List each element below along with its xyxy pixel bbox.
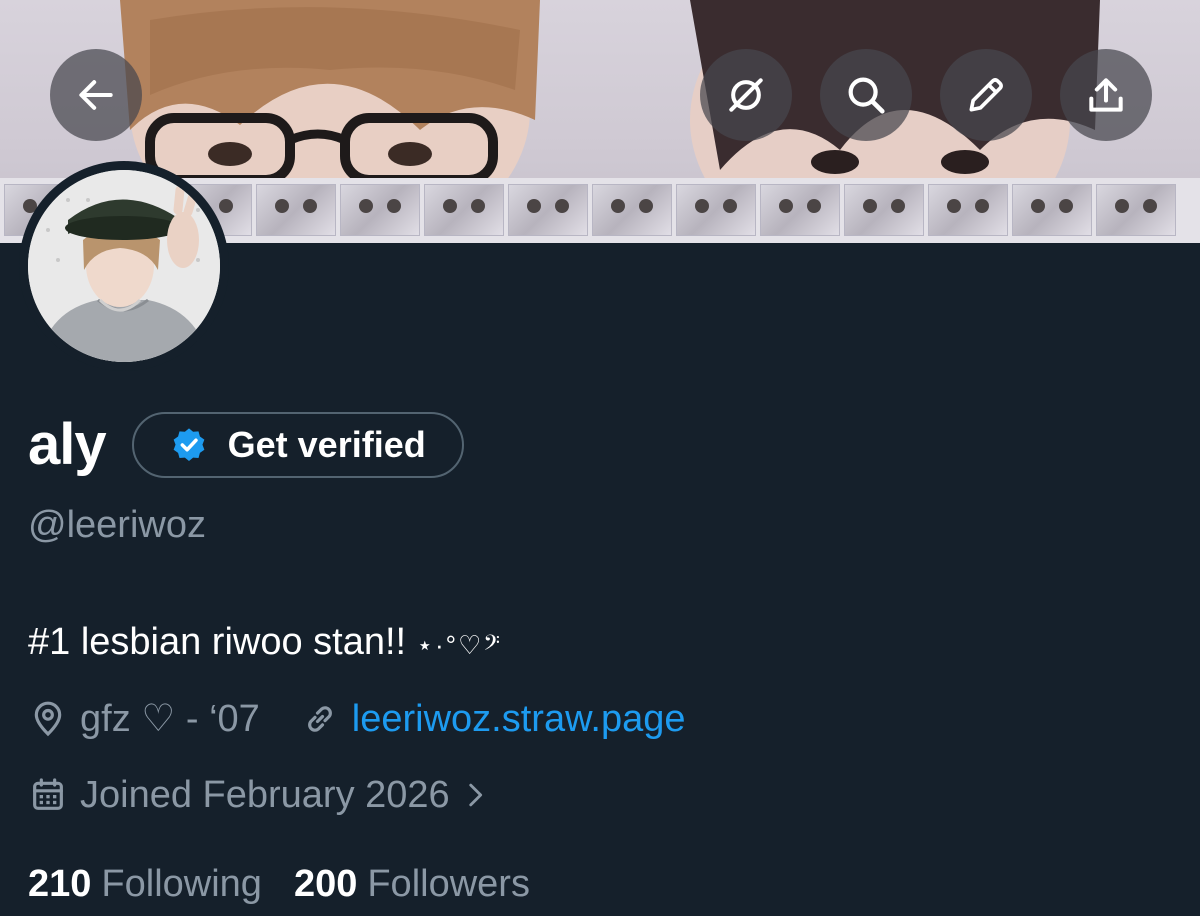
username-handle: @leeriwoz [28, 504, 206, 546]
avatar-image [28, 170, 220, 362]
grok-button[interactable] [700, 49, 792, 141]
strip-thumb [256, 184, 336, 236]
followers-label: Followers [367, 863, 530, 905]
chevron-right-icon [469, 783, 482, 807]
calendar-icon [33, 778, 63, 810]
share-icon [1089, 78, 1123, 112]
strip-thumb [928, 184, 1008, 236]
location: gfz ♡ - ‘07 [28, 696, 260, 742]
website[interactable]: leeriwoz.straw.page [300, 696, 686, 742]
bio-text: #1 lesbian riwoo stan!! [28, 621, 417, 663]
profile-page: aly Get verified @leeriwoz #1 lesbian ri… [0, 0, 1200, 916]
avatar[interactable] [19, 161, 229, 371]
bio: #1 lesbian riwoo stan!! ⋆·°♡𝄢 [28, 618, 502, 669]
location-text: gfz ♡ - ‘07 [80, 698, 260, 740]
meta-row-joined[interactable]: Joined February 2026 [28, 772, 492, 818]
location-pin-icon [34, 701, 62, 737]
share-button[interactable] [1060, 49, 1152, 141]
strip-thumb [1012, 184, 1092, 236]
search-icon [848, 77, 885, 114]
following-stat[interactable]: 210 Following [28, 860, 262, 908]
strip-thumb [340, 184, 420, 236]
verified-badge-icon [170, 426, 208, 464]
grok-icon [729, 78, 763, 112]
strip-thumb [424, 184, 504, 236]
bio-decoration: ⋆·°♡𝄢 [416, 630, 503, 660]
get-verified-button[interactable]: Get verified [131, 412, 464, 478]
website-link[interactable]: leeriwoz.straw.page [352, 696, 686, 742]
search-button[interactable] [820, 49, 912, 141]
followers-stat[interactable]: 200 Followers [294, 860, 530, 908]
joined-date[interactable]: Joined February 2026 [28, 772, 492, 818]
joined-text: Joined February 2026 [80, 774, 450, 816]
display-name: aly [28, 412, 107, 477]
strip-thumb [592, 184, 672, 236]
follow-stats: 210 Following 200 Followers [28, 860, 562, 908]
pencil-icon [969, 78, 1003, 112]
strip-thumb [760, 184, 840, 236]
following-count: 210 [28, 863, 92, 905]
back-button[interactable] [50, 49, 142, 141]
link-icon [307, 706, 332, 732]
followers-count: 200 [293, 863, 358, 905]
get-verified-label: Get verified [227, 424, 426, 465]
strip-thumb [1096, 184, 1176, 236]
edit-button[interactable] [940, 49, 1032, 141]
strip-thumb [676, 184, 756, 236]
arrow-left-icon [79, 80, 113, 110]
name-row: aly Get verified [28, 410, 464, 480]
strip-thumb [508, 184, 588, 236]
meta-row-location: gfz ♡ - ‘07 leeriwoz.straw.page [28, 696, 686, 742]
strip-thumb [844, 184, 924, 236]
following-label: Following [101, 863, 262, 905]
